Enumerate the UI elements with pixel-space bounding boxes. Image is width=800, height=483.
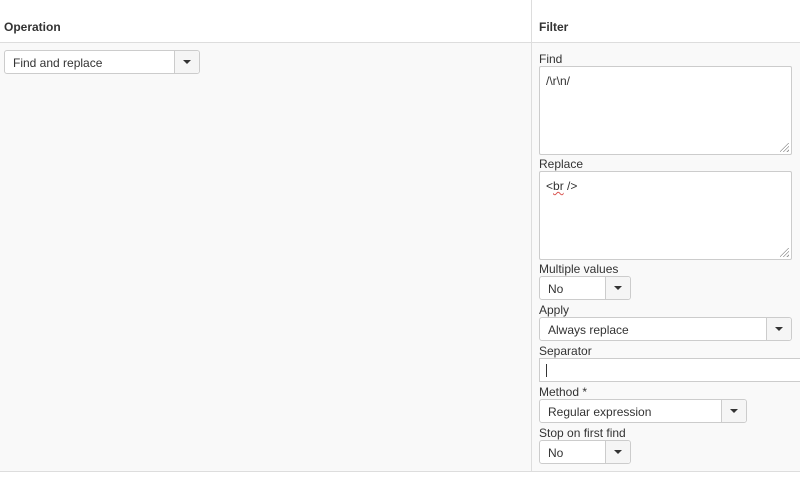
- multiple-values-select[interactable]: No: [539, 276, 631, 300]
- separator-input[interactable]: [539, 358, 800, 382]
- method-toggle[interactable]: [721, 400, 746, 422]
- operation-column-header: Operation: [4, 20, 61, 34]
- column-divider: [531, 0, 532, 471]
- chevron-down-icon: [775, 327, 783, 331]
- separator-label: Separator: [539, 344, 592, 358]
- method-label: Method *: [539, 385, 588, 399]
- operation-select[interactable]: Find and replace: [4, 50, 200, 74]
- stop-on-first-find-label: Stop on first find: [539, 426, 626, 440]
- apply-value: Always replace: [548, 323, 629, 337]
- replace-value-misspelled: br: [553, 179, 564, 193]
- chevron-down-icon: [614, 286, 622, 290]
- replace-value: <br />: [546, 179, 577, 193]
- filter-column-header: Filter: [539, 20, 569, 34]
- replace-value-prefix: <: [546, 179, 554, 193]
- replace-value-suffix: />: [563, 179, 578, 193]
- resize-handle-icon[interactable]: [780, 143, 789, 152]
- chevron-down-icon: [730, 409, 738, 413]
- chevron-down-icon: [614, 450, 622, 454]
- multiple-values-label: Multiple values: [539, 262, 619, 276]
- apply-label: Apply: [539, 303, 570, 317]
- table-header: Operation Filter: [0, 0, 800, 43]
- text-cursor: [546, 364, 547, 377]
- find-textarea[interactable]: /\r\n/: [539, 66, 792, 155]
- operation-select-value: Find and replace: [13, 56, 103, 70]
- stop-on-first-find-value: No: [548, 446, 564, 460]
- apply-toggle[interactable]: [766, 318, 791, 340]
- multiple-values-value: No: [548, 282, 564, 296]
- replace-label: Replace: [539, 157, 584, 171]
- multiple-values-toggle[interactable]: [605, 277, 630, 299]
- method-value: Regular expression: [548, 405, 652, 419]
- method-select[interactable]: Regular expression: [539, 399, 747, 423]
- stop-on-first-find-toggle[interactable]: [605, 441, 630, 463]
- find-label: Find: [539, 52, 563, 66]
- replace-textarea[interactable]: <br />: [539, 171, 792, 260]
- resize-handle-icon[interactable]: [780, 248, 789, 257]
- find-value: /\r\n/: [546, 74, 571, 88]
- chevron-down-icon: [183, 60, 191, 64]
- apply-select[interactable]: Always replace: [539, 317, 792, 341]
- operation-select-toggle[interactable]: [174, 51, 199, 73]
- stop-on-first-find-select[interactable]: No: [539, 440, 631, 464]
